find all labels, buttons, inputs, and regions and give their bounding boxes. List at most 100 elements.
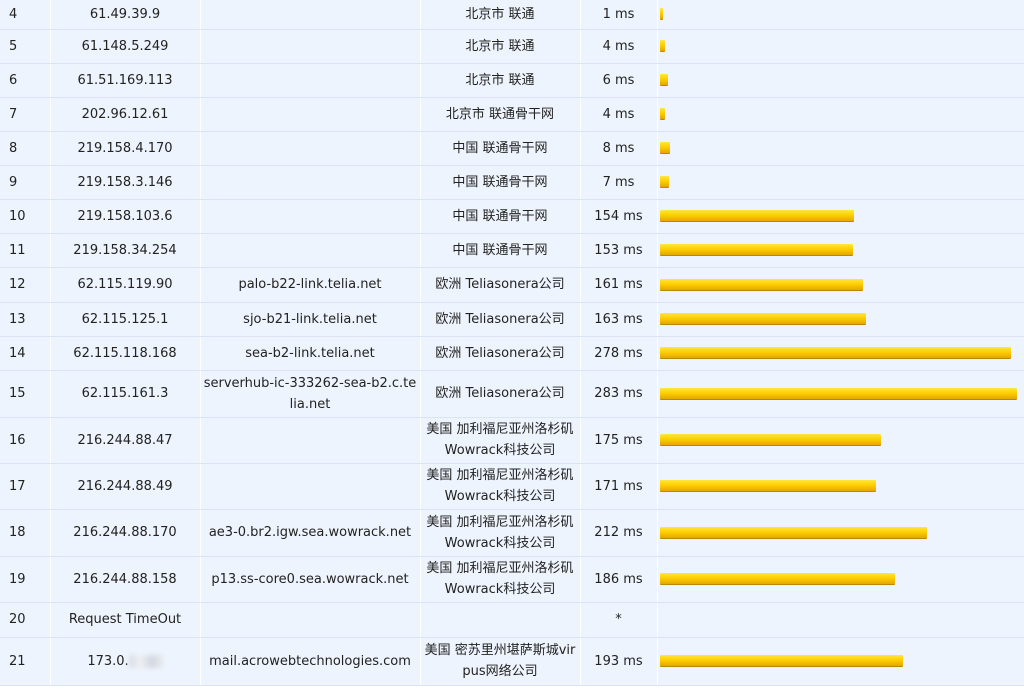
hop-number: 6 (0, 63, 51, 98)
hop-number: 11 (0, 233, 51, 268)
latency-bar (659, 313, 866, 325)
table-row: 17 216.244.88.49 美国 加利福尼亚州洛杉矶Wowrack科技公司 17… (0, 463, 1024, 510)
hop-number: 18 (0, 509, 51, 557)
response-time: 153 ms (580, 233, 658, 268)
hostname: sea-b2-link.telia.net (200, 336, 421, 371)
latency-bar-cell (657, 63, 1024, 98)
latency-bar-cell (657, 556, 1024, 603)
ip-address: 61.148.5.249 (50, 29, 201, 64)
redacted-ip-segment (128, 654, 163, 668)
response-time: 193 ms (580, 637, 658, 686)
response-time: 1 ms (580, 0, 658, 30)
latency-bar (659, 244, 853, 256)
response-time: 175 ms (580, 417, 658, 464)
response-time: 283 ms (580, 370, 658, 418)
hop-number: 9 (0, 165, 51, 200)
response-time: 163 ms (580, 302, 658, 337)
ip-address: 219.158.3.146 (50, 165, 201, 200)
hop-number: 13 (0, 302, 51, 337)
location: 美国 加利福尼亚州洛杉矶Wowrack科技公司 (420, 417, 581, 464)
response-time: 161 ms (580, 267, 658, 303)
location: 美国 加利福尼亚州洛杉矶Wowrack科技公司 (420, 463, 581, 510)
ip-address: 61.51.169.113 (50, 63, 201, 98)
table-row: 16 216.244.88.47 美国 加利福尼亚州洛杉矶Wowrack科技公司 17… (0, 417, 1024, 464)
hostname (200, 463, 421, 510)
hop-number: 10 (0, 199, 51, 234)
latency-bar-cell (657, 233, 1024, 268)
latency-bar-cell (657, 417, 1024, 464)
hop-number: 21 (0, 637, 51, 686)
ip-address: 216.244.88.49 (50, 463, 201, 510)
ip-address: 62.115.118.168 (50, 336, 201, 371)
location: 中国 联通骨干网 (420, 233, 581, 268)
latency-bar (659, 176, 669, 188)
latency-bar-cell (657, 302, 1024, 337)
response-time: 171 ms (580, 463, 658, 510)
latency-bar (659, 74, 668, 86)
hostname (200, 233, 421, 268)
table-row: 9 219.158.3.146 中国 联通骨干网 7 ms (0, 165, 1024, 200)
hop-number: 4 (0, 0, 51, 30)
location: 欧洲 Teliasonera公司 (420, 302, 581, 337)
latency-bar-cell (657, 336, 1024, 371)
response-time: 6 ms (580, 63, 658, 98)
latency-bar (659, 573, 895, 585)
ip-address: 219.158.103.6 (50, 199, 201, 234)
location: 中国 联通骨干网 (420, 199, 581, 234)
latency-bar-cell (657, 637, 1024, 686)
response-time: 278 ms (580, 336, 658, 371)
ip-address: 62.115.161.3 (50, 370, 201, 418)
latency-bar-cell (657, 29, 1024, 64)
ip-address: 216.244.88.170 (50, 509, 201, 557)
latency-bar-cell (657, 267, 1024, 303)
hostname: ae3-0.br2.igw.sea.wowrack.net (200, 509, 421, 557)
table-row: 6 61.51.169.113 北京市 联通 6 ms (0, 63, 1024, 98)
hop-number: 7 (0, 97, 51, 132)
location: 中国 联通骨干网 (420, 165, 581, 200)
hostname: sjo-b21-link.telia.net (200, 302, 421, 337)
table-row: 7 202.96.12.61 北京市 联通骨干网 4 ms (0, 97, 1024, 132)
latency-bar (659, 526, 927, 539)
table-row: 11 219.158.34.254 中国 联通骨干网 153 ms (0, 233, 1024, 268)
hop-number: 20 (0, 602, 51, 638)
hostname: p13.ss-core0.sea.wowrack.net (200, 556, 421, 603)
ip-address: 61.49.39.9 (50, 0, 201, 30)
ip-address: 219.158.4.170 (50, 131, 201, 166)
table-row: 19 216.244.88.158 p13.ss-core0.sea.wowrack… (0, 556, 1024, 603)
latency-bar-cell (657, 131, 1024, 166)
latency-bar (659, 210, 854, 222)
hop-number: 8 (0, 131, 51, 166)
ip-address: 216.244.88.158 (50, 556, 201, 603)
location: 北京市 联通 (420, 63, 581, 98)
hostname (200, 199, 421, 234)
ip-address: 216.244.88.47 (50, 417, 201, 464)
latency-bar-cell (657, 463, 1024, 510)
location: 北京市 联通骨干网 (420, 97, 581, 132)
latency-bar-cell (657, 509, 1024, 557)
location: 美国 加利福尼亚州洛杉矶Wowrack科技公司 (420, 556, 581, 603)
location (420, 602, 581, 638)
latency-bar (659, 387, 1017, 400)
hop-number: 16 (0, 417, 51, 464)
response-time: * (580, 602, 658, 638)
table-row: 8 219.158.4.170 中国 联通骨干网 8 ms (0, 131, 1024, 166)
hostname (200, 131, 421, 166)
hostname (200, 97, 421, 132)
table-row: 10 219.158.103.6 中国 联通骨干网 154 ms (0, 199, 1024, 234)
ip-address: Request TimeOut (50, 602, 201, 638)
table-row: 15 62.115.161.3 serverhub-ic-333262-sea-b2… (0, 370, 1024, 418)
location: 北京市 联通 (420, 29, 581, 64)
location: 美国 密苏里州堪萨斯城virpus网络公司 (420, 637, 581, 686)
latency-bar (659, 480, 876, 492)
hostname (200, 165, 421, 200)
traceroute-table: 4 61.49.39.9 北京市 联通 1 ms 5 61.148.5.249 北京市 联通… (0, 0, 1024, 686)
table-row: 13 62.115.125.1 sjo-b21-link.telia.net 欧洲 T… (0, 302, 1024, 337)
location: 欧洲 Teliasonera公司 (420, 370, 581, 418)
table-row: 21 173.0. mail.acrowebtechnologies.com 美国 密… (0, 637, 1024, 686)
hostname (200, 63, 421, 98)
latency-bar (659, 655, 903, 667)
response-time: 4 ms (580, 97, 658, 132)
hostname: palo-b22-link.telia.net (200, 267, 421, 303)
latency-bar-cell (657, 602, 1024, 638)
hop-number: 19 (0, 556, 51, 603)
